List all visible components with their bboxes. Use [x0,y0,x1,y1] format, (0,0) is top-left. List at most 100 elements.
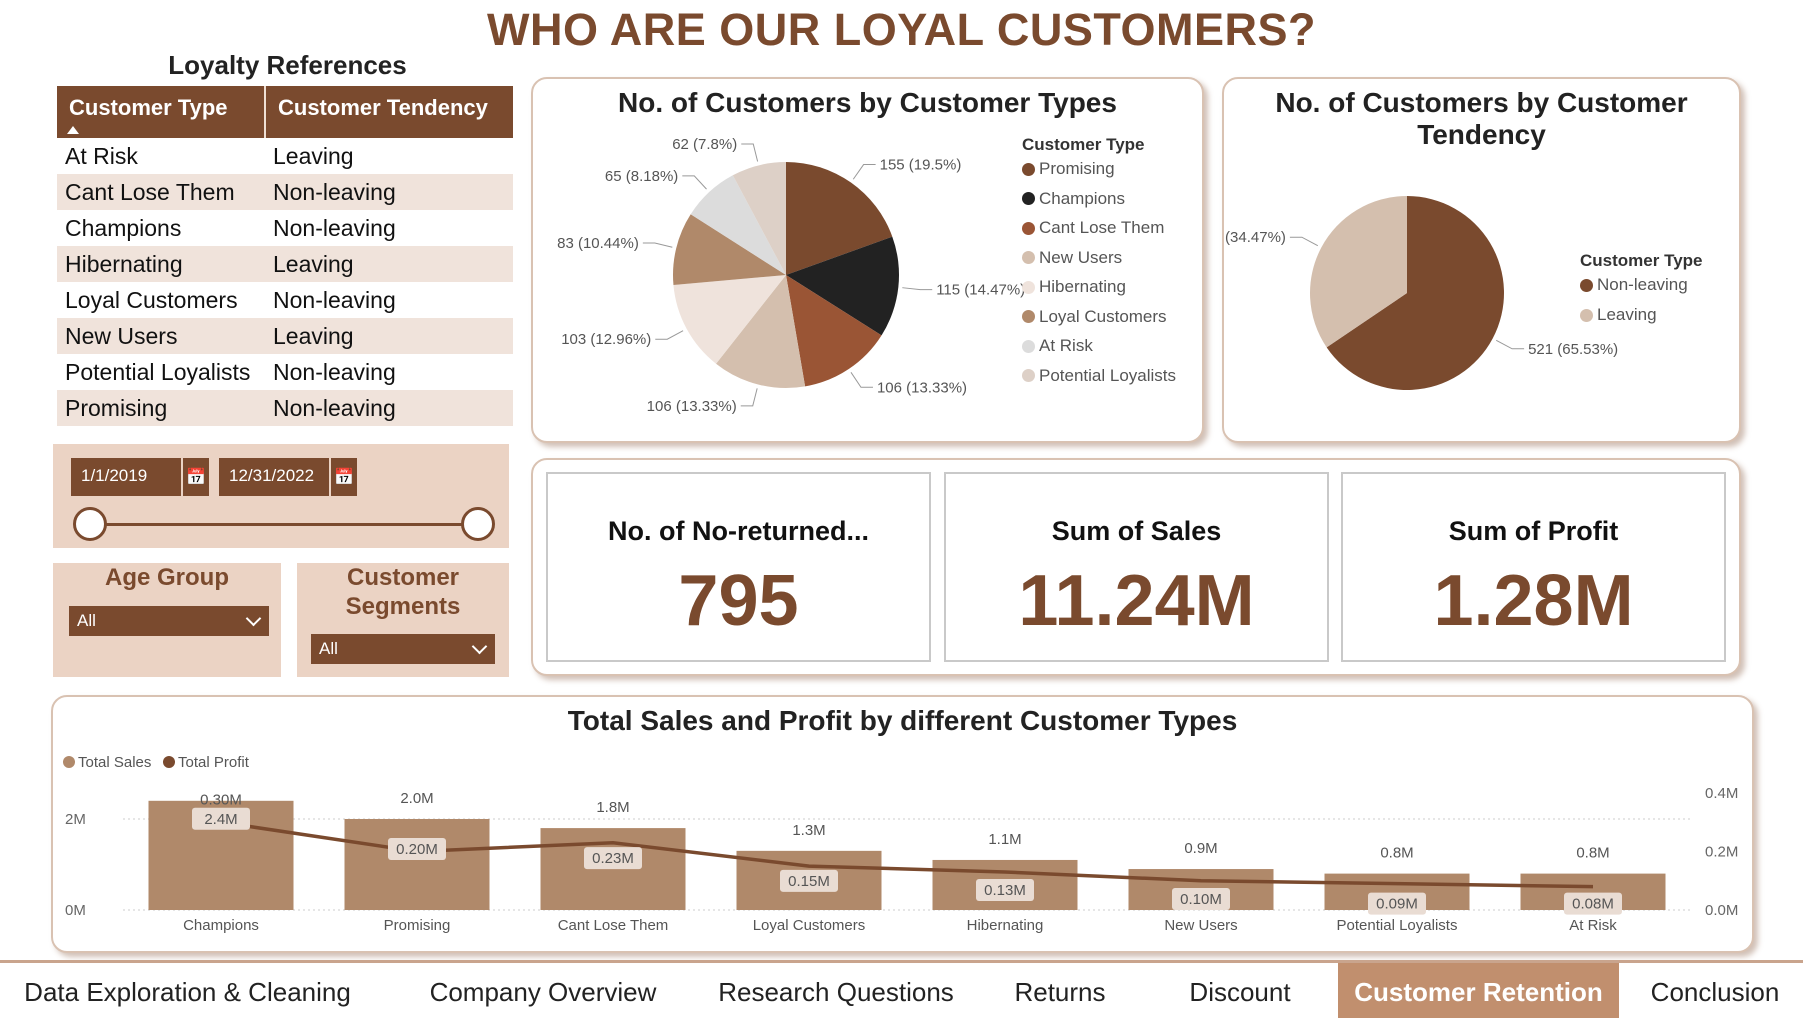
pie-leader-line [850,372,873,388]
nav-tab-research-questions[interactable]: Research Questions [706,963,966,1018]
age-group-slicer: Age Group All [53,563,281,677]
customer-segments-dropdown[interactable]: All [311,634,495,664]
legend-item-hibernating[interactable]: Hibernating [1022,277,1126,297]
pie-leader-line [741,143,759,162]
y-right-tick-label: 0.0M [1705,902,1738,919]
kpi-value: 795 [678,561,799,641]
legend-marker [1022,162,1035,176]
age-group-value: All [77,611,96,630]
table-row: Promising Non-leaving [57,390,513,426]
legend-item-champions[interactable]: Champions [1022,189,1125,209]
x-tick-label: Loyal Customers [753,917,866,934]
nav-tab-data-exploration[interactable]: Data Exploration & Cleaning [20,963,355,1018]
profit-data-label: 0.09M [1376,896,1418,913]
legend-label: Non-leaving [1597,275,1688,294]
x-tick-label: Hibernating [967,917,1044,934]
pie-leader-line [1495,339,1525,350]
pie-data-label: 83 (10.44%) [557,235,639,252]
legend-marker [163,756,175,768]
pie-leader-line [740,388,758,407]
customer-type-cell: New Users [57,318,265,354]
start-date-value: 1/1/2019 [81,466,148,485]
profit-data-label: 0.30M [200,791,242,808]
table-row: Potential Loyalists Non-leaving [57,354,513,390]
chevron-down-icon [245,610,262,627]
end-date-value: 12/31/2022 [229,466,315,485]
legend-item-loyal-customers[interactable]: Loyal Customers [1022,307,1167,327]
customer-tendency-cell: Leaving [265,318,513,354]
legend-marker [1580,278,1593,292]
table-row: Loyal Customers Non-leaving [57,282,513,318]
legend-marker [1022,221,1035,235]
start-date-input[interactable]: 1/1/2019 📅 [71,458,209,496]
page-title: WHO ARE OUR LOYAL CUSTOMERS? [486,4,1317,55]
sales-data-label: 2.4M [204,811,237,828]
age-group-dropdown[interactable]: All [69,606,269,636]
customer-tendency-cell: Leaving [265,246,513,282]
sales-profit-chart: Total Sales Total Profit 0M 2M 0.0M 0.2M 0.4M C… [63,754,1738,934]
profit-data-label: 0.15M [788,873,830,890]
sales-bar-promising[interactable] [344,819,490,910]
x-tick-label: Potential Loyalists [1337,917,1458,934]
legend-label: Loyal Customers [1039,306,1167,326]
nav-tab-discount[interactable]: Discount [1175,963,1305,1018]
age-group-title: Age Group [105,564,229,591]
y-right-tick-label: 0.4M [1705,785,1738,802]
legend-marker [1022,280,1035,294]
legend-label: New Users [1039,247,1123,267]
profit-data-label: 0.10M [1180,891,1222,908]
kpi-value: 11.24M [1018,561,1255,641]
x-tick-label: New Users [1164,917,1237,934]
customer-segments-slicer: Customer Segments All [297,563,509,677]
end-date-handle[interactable] [461,507,495,541]
nav-tab-returns[interactable]: Returns [1000,963,1120,1018]
column-header-customer-type[interactable]: Customer Type [57,86,266,138]
legend-item-at-risk[interactable]: At Risk [1022,336,1093,356]
customer-type-cell: Promising [57,390,265,426]
legend-marker [63,756,75,768]
legend-label: At Risk [1039,336,1093,355]
legend-label: Cant Lose Them [1039,218,1165,237]
pie-leader-line [1289,236,1319,247]
legend-label-total-profit[interactable]: Total Profit [178,754,250,771]
profit-data-label: 0.23M [592,850,634,867]
legend-marker [1022,339,1035,353]
calendar-icon[interactable]: 📅 [181,458,209,496]
legend-label: Hibernating [1039,277,1126,296]
legend-marker [1022,310,1035,323]
legend-marker [1022,369,1035,382]
legend-label: Potential Loyalists [1039,365,1177,385]
end-date-input[interactable]: 12/31/2022 📅 [219,458,357,496]
sales-data-label: 1.1M [988,831,1021,848]
column-header-customer-tendency[interactable]: Customer Tendency [265,86,513,138]
nav-tab-company-overview[interactable]: Company Overview [413,963,673,1018]
kpi-card-sum-of-sales: Sum of Sales 11.24M [944,472,1329,662]
customer-type-cell: Loyal Customers [65,286,238,313]
legend-item-leaving[interactable]: Leaving [1580,305,1657,325]
pie-data-label: 65 (8.18%) [605,168,678,185]
legend-item-non-leaving[interactable]: Non-leaving [1580,275,1688,295]
kpi-panel: No. of No-returned... 795 Sum of Sales 1… [531,458,1741,676]
kpi-card-no-returned: No. of No-returned... 795 [546,472,931,662]
date-range-track[interactable] [89,523,477,526]
legend-label-total-sales[interactable]: Total Sales [78,754,151,771]
pie-leader-line [642,242,673,248]
legend-item-promising[interactable]: Promising [1022,159,1115,179]
nav-tab-customer-retention[interactable]: Customer Retention [1338,963,1619,1018]
pie-data-label: 115 (14.47%) [936,282,1025,299]
pie-leader-line [902,287,933,291]
profit-data-label: 0.13M [984,882,1026,899]
nav-tab-conclusion[interactable]: Conclusion [1640,963,1790,1018]
legend-item-potential-loyalists[interactable]: Potential Loyalists [1022,366,1176,386]
calendar-icon[interactable]: 📅 [329,458,357,496]
start-date-handle[interactable] [73,507,107,541]
sales-profit-chart-card: Total Sales and Profit by different Cust… [51,695,1754,953]
customer-segments-value: All [319,639,338,658]
table-row: Champions Non-leaving [57,210,513,246]
legend-title: Customer Type [1022,135,1145,154]
x-tick-label: At Risk [1569,917,1617,934]
sales-data-label: 2.0M [400,790,433,807]
legend-item-new-users[interactable]: New Users [1022,248,1122,268]
y-left-tick-label: 0M [65,902,86,919]
legend-item-cant-lose-them[interactable]: Cant Lose Them [1022,218,1164,238]
